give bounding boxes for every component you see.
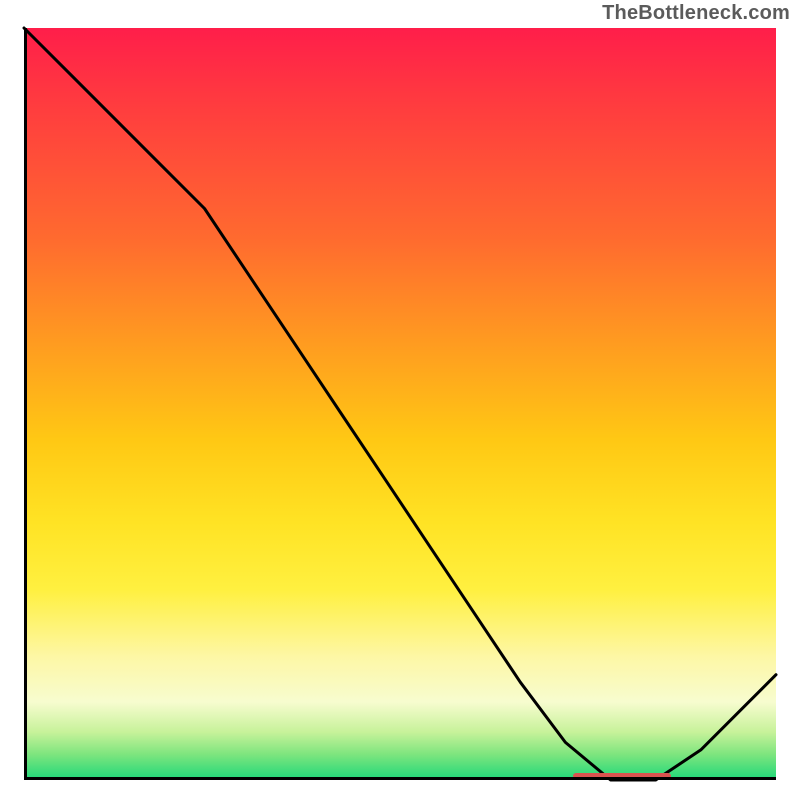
chart-container: TheBottleneck.com: [0, 0, 800, 800]
plot-area: [24, 28, 776, 780]
x-axis: [24, 777, 776, 780]
bottleneck-curve: [24, 28, 776, 780]
attribution-text: TheBottleneck.com: [602, 2, 790, 25]
y-axis: [24, 28, 27, 780]
